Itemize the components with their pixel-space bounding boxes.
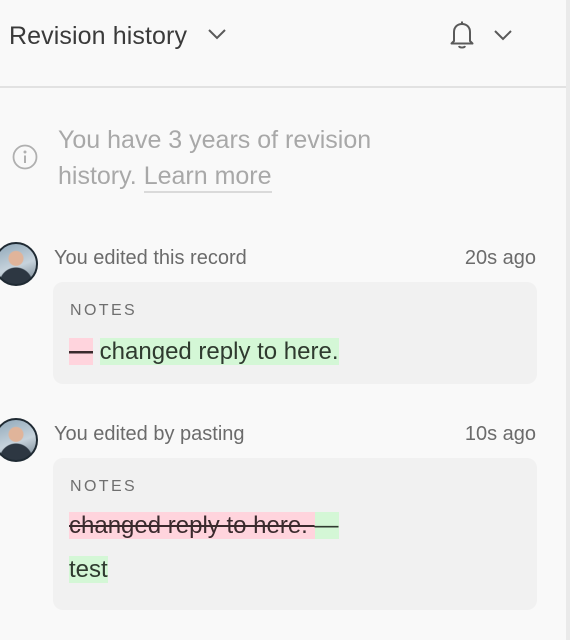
field-label: NOTES bbox=[70, 478, 138, 495]
revision-time: 20s ago bbox=[464, 247, 536, 269]
info-icon bbox=[12, 144, 38, 175]
notifications-dropdown[interactable] bbox=[449, 20, 513, 54]
revision-diff-card: NOTES changed reply to here. — test bbox=[53, 458, 537, 610]
panel-title: Revision history bbox=[9, 21, 188, 50]
revision-time: 10s ago bbox=[464, 423, 536, 445]
info-text: You have 3 years of revision history. Le… bbox=[58, 122, 438, 194]
chevron-down-icon bbox=[207, 27, 227, 45]
bell-icon bbox=[449, 20, 475, 55]
diff-line: changed reply to here. — bbox=[69, 511, 339, 541]
deleted-text: — bbox=[69, 338, 93, 365]
inserted-text: changed reply to here. bbox=[99, 338, 339, 365]
learn-more-link[interactable]: Learn more bbox=[143, 162, 272, 193]
diff-line: test bbox=[69, 555, 108, 585]
revision-diff-card: NOTES — changed reply to here. bbox=[53, 282, 537, 384]
inserted-text: test bbox=[69, 556, 108, 583]
avatar bbox=[0, 242, 38, 286]
revision-header: Revision history bbox=[0, 0, 566, 88]
revision-summary: You edited by pasting bbox=[54, 423, 245, 445]
inserted-text: — bbox=[314, 512, 339, 539]
diff-line: — changed reply to here. bbox=[69, 337, 339, 367]
revision-history-dropdown[interactable]: Revision history bbox=[9, 18, 227, 54]
revision-summary: You edited this record bbox=[54, 247, 247, 269]
deleted-text: changed reply to here. bbox=[69, 512, 315, 539]
avatar bbox=[0, 418, 38, 462]
chevron-down-icon bbox=[493, 28, 513, 46]
field-label: NOTES bbox=[70, 302, 138, 319]
panel-edge bbox=[566, 0, 570, 640]
